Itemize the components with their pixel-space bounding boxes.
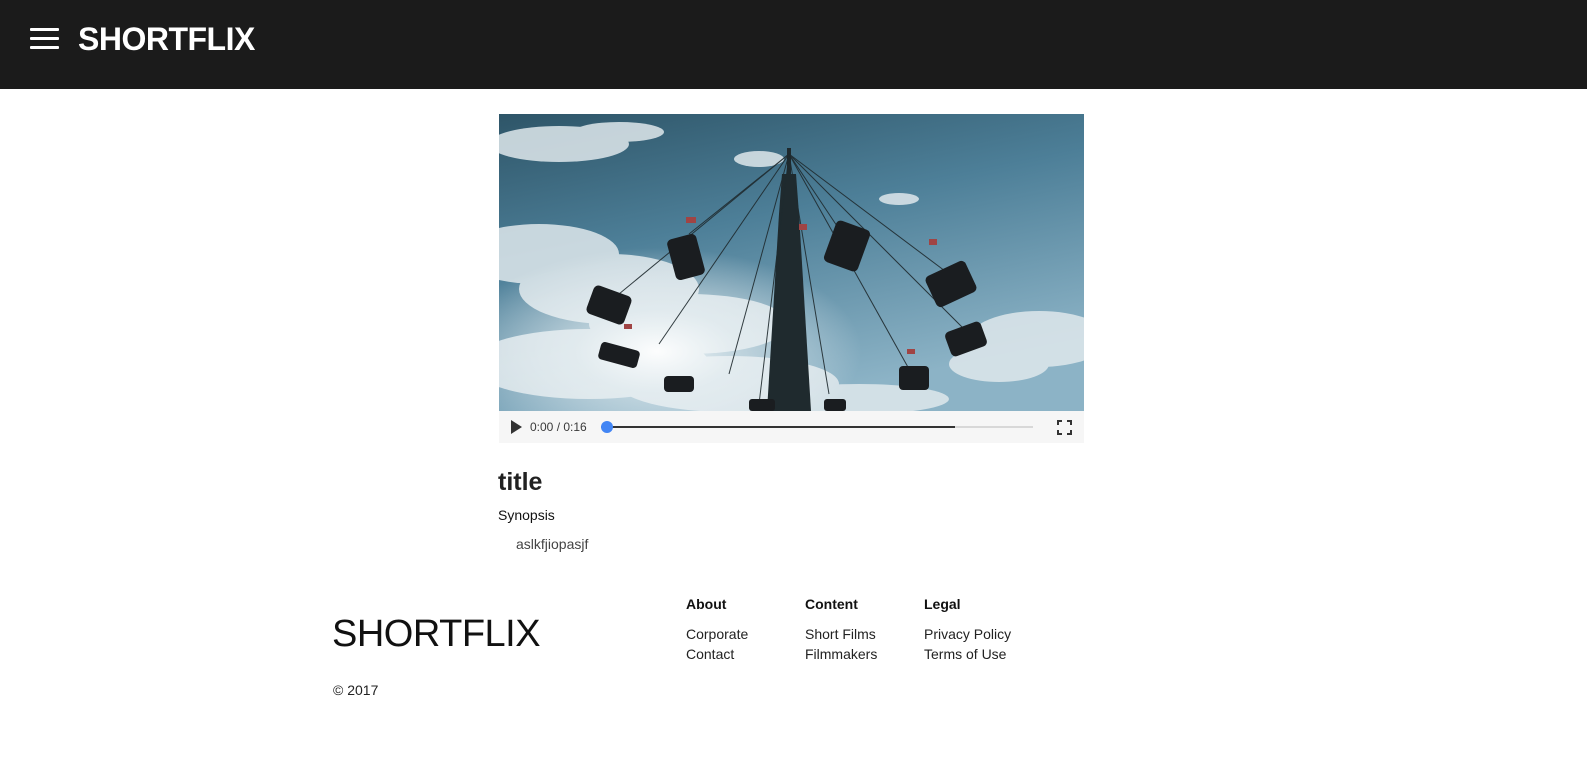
video-frame[interactable] (499, 114, 1084, 411)
hamburger-menu-icon[interactable] (30, 27, 60, 51)
play-icon[interactable] (509, 419, 523, 435)
footer-column-legal: Legal Privacy Policy Terms of Use (924, 595, 1011, 664)
top-navigation-bar: SHORTFLIX (0, 0, 1587, 89)
fullscreen-icon[interactable] (1057, 420, 1072, 435)
footer-link-terms-of-use[interactable]: Terms of Use (924, 644, 1011, 664)
video-player[interactable]: 0:00 / 0:16 (499, 114, 1084, 443)
footer-link-corporate[interactable]: Corporate (686, 624, 748, 644)
footer-heading-legal: Legal (924, 596, 961, 612)
seek-thumb[interactable] (601, 421, 613, 433)
time-display: 0:00 / 0:16 (530, 420, 587, 434)
footer-link-contact[interactable]: Contact (686, 644, 748, 664)
footer-link-filmmakers[interactable]: Filmmakers (805, 644, 877, 664)
synopsis-label: Synopsis (498, 507, 555, 523)
footer-link-privacy-policy[interactable]: Privacy Policy (924, 624, 1011, 644)
video-title: title (498, 468, 543, 496)
footer-link-short-films[interactable]: Short Films (805, 624, 877, 644)
synopsis-text: aslkfjiopasjf (516, 536, 589, 552)
video-poster-image (499, 114, 1084, 411)
copyright: © 2017 (333, 682, 379, 698)
video-controls: 0:00 / 0:16 (499, 411, 1084, 443)
footer-heading-about: About (686, 596, 727, 612)
menu-line (30, 37, 59, 40)
menu-line (30, 28, 59, 31)
menu-line (30, 46, 59, 49)
buffered-bar (601, 426, 955, 428)
footer-column-content: Content Short Films Filmmakers (805, 595, 877, 664)
footer-column-about: About Corporate Contact (686, 595, 748, 664)
seek-slider[interactable] (601, 421, 1033, 433)
site-logo[interactable]: SHORTFLIX (78, 20, 255, 58)
footer-logo[interactable]: SHORTFLIX (332, 612, 541, 656)
footer-heading-content: Content (805, 596, 858, 612)
